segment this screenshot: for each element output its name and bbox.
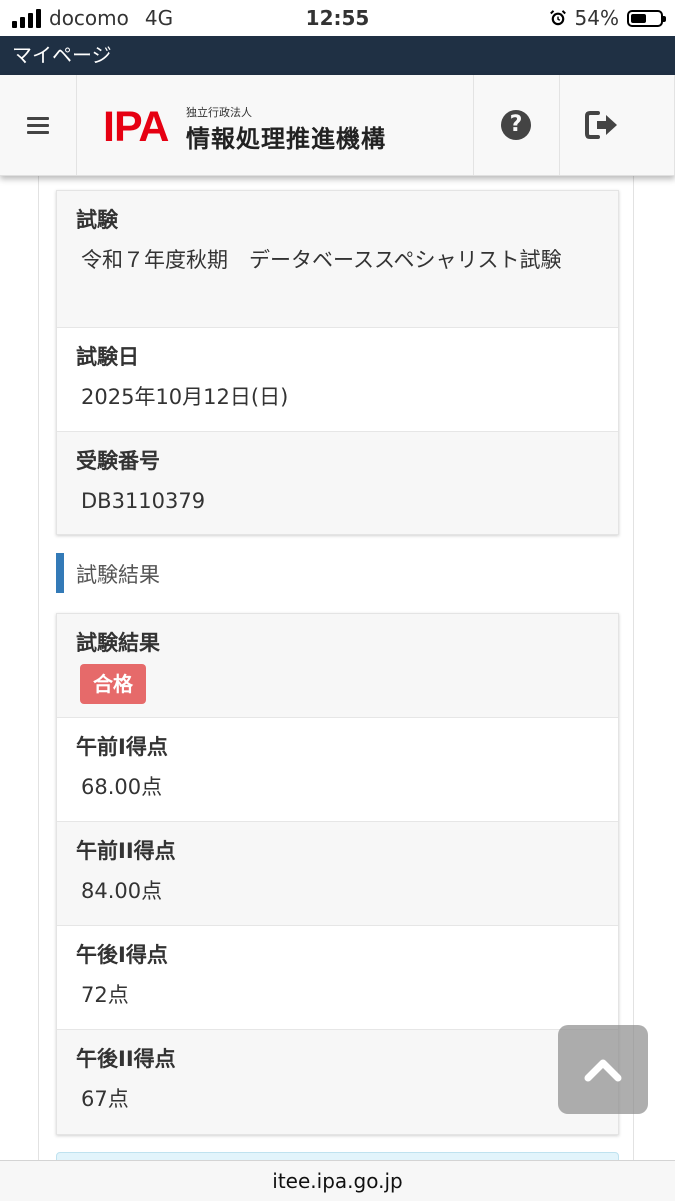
help-button[interactable]: ?	[473, 75, 560, 175]
score-value: 68.00点	[81, 775, 163, 799]
result-row: 試験結果 合格	[57, 614, 618, 718]
score-value: 84.00点	[81, 879, 163, 903]
battery-percent: 54%	[574, 6, 619, 30]
score-label: 午前I得点	[76, 735, 168, 759]
field-label: 試験結果	[76, 631, 160, 655]
score-value: 67点	[81, 1087, 129, 1111]
alarm-icon	[549, 10, 566, 26]
results-panel: 試験結果 合格 午前I得点 68.00点 午前II得点 84.00点 午後I得点…	[56, 613, 619, 1135]
battery-icon	[627, 9, 666, 27]
exam-info-panel: 試験 令和７年度秋期 データベーススペシャリスト試験 試験日 2025年10月1…	[56, 190, 619, 535]
score-label: 午後II得点	[76, 1047, 176, 1071]
section-title: 試験結果	[76, 563, 160, 587]
score-row: 午前II得点 84.00点	[57, 822, 618, 926]
section-accent	[56, 553, 64, 593]
info-row-number: 受験番号 DB3110379	[57, 432, 618, 536]
field-label: 受験番号	[76, 449, 160, 473]
chevron-up-icon	[584, 1059, 622, 1081]
field-label: 試験日	[76, 345, 139, 369]
browser-url-bar[interactable]: itee.ipa.go.jp	[0, 1160, 675, 1201]
status-bar: docomo 4G 12:55 54%	[0, 0, 675, 36]
logo-org-name: 情報処理推進機構	[186, 125, 386, 153]
logout-icon	[585, 111, 617, 139]
info-row-exam: 試験 令和７年度秋期 データベーススペシャリスト試験	[57, 191, 618, 328]
score-row: 午後II得点 67点	[57, 1030, 618, 1134]
pass-badge: 合格	[80, 664, 146, 704]
score-row: 午後I得点 72点	[57, 926, 618, 1030]
status-right: 54%	[549, 6, 666, 30]
page-title: マイページ	[0, 36, 675, 75]
exam-name: 令和７年度秋期 データベーススペシャリスト試験	[81, 248, 562, 272]
help-icon: ?	[501, 110, 531, 140]
menu-icon	[27, 116, 49, 134]
logout-button[interactable]	[560, 75, 675, 175]
logo-mark: IPA	[103, 103, 169, 151]
ipa-logo[interactable]: IPA 独立行政法人 情報処理推進機構	[77, 75, 474, 175]
score-label: 午前II得点	[76, 839, 176, 863]
exam-date: 2025年10月12日(日)	[81, 385, 289, 409]
score-row: 午前I得点 68.00点	[57, 718, 618, 822]
score-value: 72点	[81, 983, 129, 1007]
scroll-top-button[interactable]	[558, 1025, 648, 1114]
examinee-number: DB3110379	[81, 489, 206, 513]
field-label: 試験	[76, 208, 118, 232]
site-header: IPA 独立行政法人 情報処理推進機構 ?	[0, 75, 675, 176]
score-label: 午後I得点	[76, 943, 168, 967]
logo-subtitle: 独立行政法人	[186, 106, 252, 119]
info-row-date: 試験日 2025年10月12日(日)	[57, 328, 618, 432]
menu-button[interactable]	[0, 75, 77, 175]
